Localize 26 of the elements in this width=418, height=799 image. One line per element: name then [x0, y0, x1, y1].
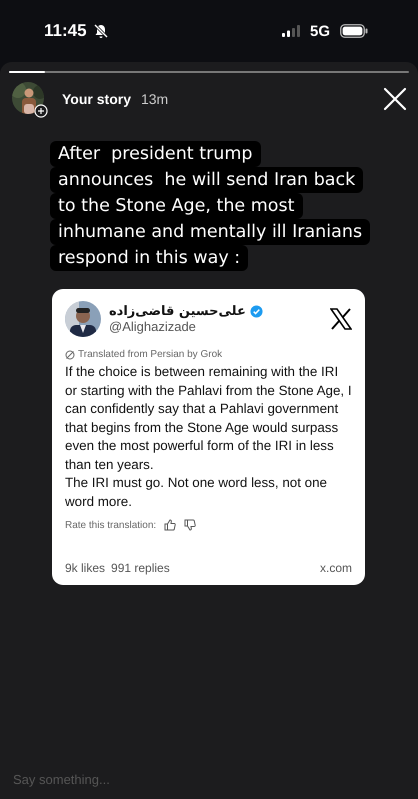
battery-icon	[340, 24, 368, 38]
caption-line: to the Stone Age, the most	[58, 196, 294, 216]
caption-line: inhumane and mentally ill Iranians	[58, 222, 362, 242]
caption-line: announces he will send Iran back	[58, 170, 356, 190]
caption-line: respond in this way :	[58, 248, 240, 268]
reply-field[interactable]: Say something...	[9, 772, 409, 787]
post-text: If the choice is between remaining with the IRI or starting with the Pahlavi from the Stone Age, I can confidently say that a Pahlavi government that begins from the Stone Age would surpass even the most powerful form of the IRI in less than ten years.	[65, 363, 352, 474]
story-author[interactable]: Your story	[62, 91, 131, 107]
translation-note: Translated from Persian by Grok	[78, 349, 222, 360]
caption-line: After president trump	[58, 144, 253, 164]
thumbs-down-icon[interactable]	[184, 519, 196, 531]
signal-icon	[282, 25, 300, 37]
close-icon[interactable]	[383, 87, 407, 111]
rate-label: Rate this translation:	[65, 520, 156, 530]
likes-count: 9k likes	[65, 561, 106, 575]
post-text: The IRI must go. Not one word less, not one word more.	[65, 474, 328, 510]
thumbs-up-icon[interactable]	[164, 519, 176, 531]
add-icon[interactable]	[34, 104, 48, 118]
author-name: علی‌حسین قاضی‌زاده	[109, 304, 246, 319]
source-link[interactable]: x.com	[320, 561, 352, 575]
replies-count: 991 replies	[111, 561, 170, 575]
author-handle: @Alighazizade	[109, 319, 197, 334]
network-label: 5G	[310, 22, 330, 40]
status-time: 11:45	[44, 21, 87, 41]
x-logo-icon	[330, 308, 352, 330]
story-time: 13m	[140, 91, 168, 107]
